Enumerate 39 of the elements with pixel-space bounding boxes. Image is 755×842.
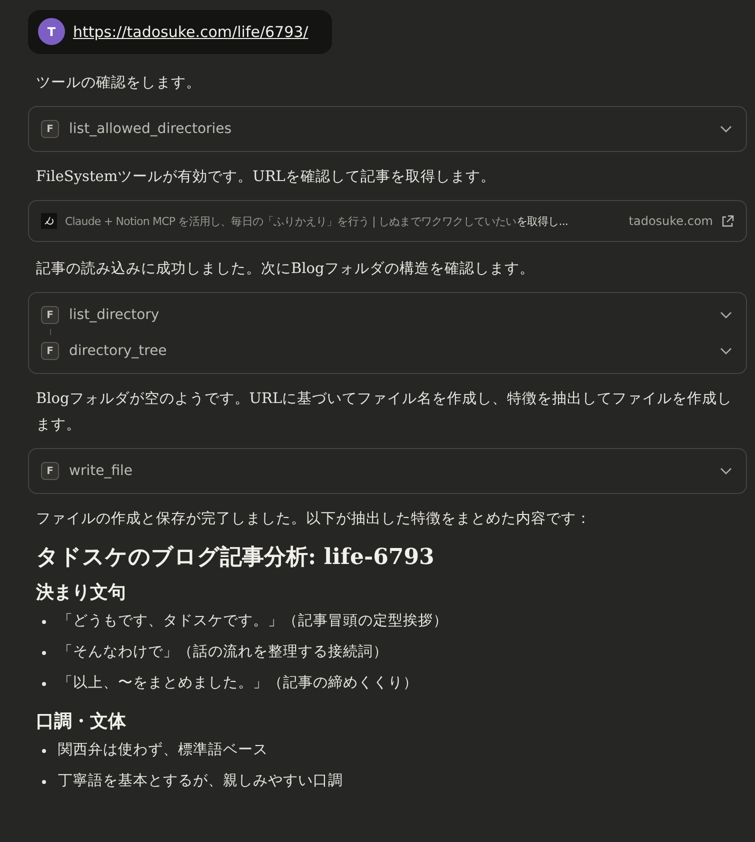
bullet-icon <box>42 780 46 784</box>
chevron-icon <box>720 467 732 475</box>
url-link[interactable]: https://tadosuke.com/life/6793/ <box>73 22 308 40</box>
link-title: Claude + Notion MCP を活用し、毎日の「ふりかえり」を行う | しぬまでワクワクしていたいを取得し... <box>65 214 570 228</box>
site-logo-icon <box>41 213 57 229</box>
tool-badge: F <box>41 120 59 138</box>
tool-badge: F <box>41 342 59 360</box>
bullet-text: 丁寧語を基本とするが、親しみやすい口調 <box>58 772 343 791</box>
bullet-icon <box>42 650 46 654</box>
bullet-icon <box>42 748 46 752</box>
article-heading: タドスケのブログ記事分析: life-6793 <box>36 543 436 572</box>
bullet-text: 「そんなわけで」（話の流れを整理する接続詞） <box>58 642 388 662</box>
chevron-icon <box>720 347 732 355</box>
section-heading: 口調・文体 <box>36 710 127 733</box>
bullet-icon <box>42 682 46 686</box>
tool-name: write_file <box>69 463 134 479</box>
tool-call-row[interactable]: F list_allowed_directories <box>29 109 746 149</box>
assistant-text: ツールの確認をします。 <box>36 74 202 93</box>
bullet-text: 「どうもです、タドスケです。」（記事冒頭の定型挨拶） <box>58 612 448 631</box>
bullet-icon <box>42 620 46 624</box>
external-link-icon <box>721 214 734 228</box>
tool-name: list_directory <box>69 307 160 323</box>
tool-badge: F <box>41 462 59 480</box>
assistant-text: Blogフォルダが空のようです。URLに基づいてファイル名を作成し、特徴を抽出してファイルを作成します。 <box>36 390 734 435</box>
chevron-icon <box>720 125 732 133</box>
tool-name: directory_tree <box>69 343 168 359</box>
link-preview-card[interactable]: Claude + Notion MCP を活用し、毎日の「ふりかえり」を行う | しぬまでワクワクしていたいを取得し... tadosuke.com <box>28 200 747 242</box>
assistant-text: 記事の読み込みに成功しました。次にBlogフォルダの構造を確認します。 <box>36 260 536 279</box>
user-avatar: T <box>38 18 65 45</box>
bullet-text: 関西弁は使わず、標準語ベース <box>58 741 268 760</box>
tool-badge: F <box>41 306 59 324</box>
assistant-text: FileSystemツールが有効です。URLを確認して記事を取得します。 <box>36 168 496 187</box>
chevron-icon <box>720 311 732 319</box>
bullet-text: 「以上、〜をまとめました。」（記事の締めくくり） <box>58 674 418 693</box>
tool-name: list_allowed_directories <box>69 121 233 137</box>
link-domain: tadosuke.com <box>628 214 713 228</box>
section-heading: 決まり文句 <box>36 581 127 604</box>
assistant-text: ファイルの作成と保存が完了しました。以下が抽出した特徴をまとめた内容です： <box>36 510 592 529</box>
tool-call-row[interactable]: F write_file <box>29 451 746 491</box>
